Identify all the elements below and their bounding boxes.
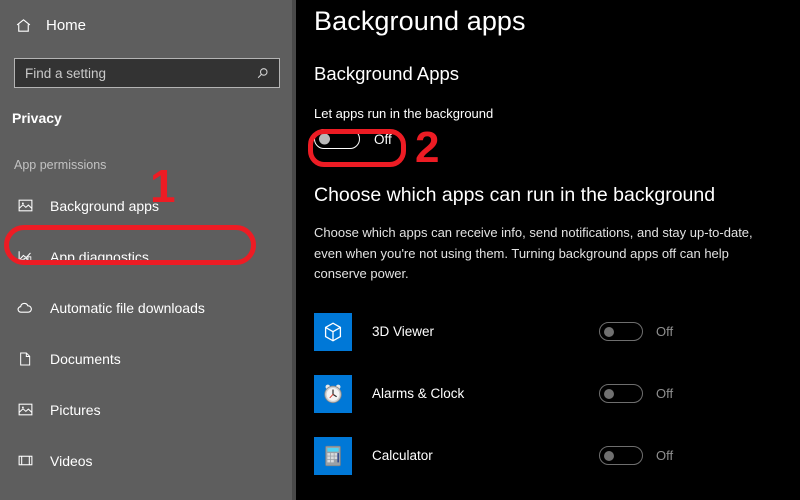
sidebar-item-label: App diagnostics (50, 248, 149, 265)
cloud-icon (16, 299, 34, 317)
page-title: Background apps (314, 6, 526, 36)
sidebar-item-label: Background apps (50, 197, 159, 214)
sidebar-item-label: Pictures (50, 401, 101, 418)
app-name: Calculator (372, 448, 433, 464)
app-name: Alarms & Clock (372, 386, 465, 402)
sidebar-item-automatic-file-downloads[interactable]: Automatic file downloads (0, 282, 296, 333)
cube-icon (314, 312, 352, 351)
list-item[interactable]: 3D Viewer Off (314, 301, 800, 363)
app-toggle-state: Off (656, 448, 674, 464)
sidebar-item-documents[interactable]: Documents (0, 333, 296, 384)
master-toggle-row: Off (314, 129, 800, 149)
category-title: Privacy (12, 110, 62, 126)
settings-window: Home Privacy App permissions (0, 0, 800, 500)
list-item[interactable]: Calculator Off (314, 425, 800, 487)
app-toggle-group: Off (599, 384, 690, 404)
master-toggle-label: Let apps run in the background (314, 106, 494, 121)
toggle-knob (604, 450, 614, 461)
app-name: 3D Viewer (372, 324, 435, 340)
film-icon (16, 452, 34, 470)
toggle-knob (604, 326, 614, 337)
alarm-clock-icon (314, 374, 352, 413)
section-subtitle: Background Apps (314, 63, 460, 84)
app-toggle-switch[interactable] (599, 446, 643, 466)
sidebar-item-label: Automatic file downloads (50, 299, 205, 316)
search-box[interactable] (14, 58, 280, 88)
document-icon (16, 350, 34, 368)
search-icon[interactable] (253, 64, 271, 82)
master-toggle-state: Off (374, 131, 392, 147)
main-panel: Background apps Background Apps Let apps… (296, 0, 800, 500)
picture-icon (16, 197, 34, 215)
sidebar: Home Privacy App permissions (0, 0, 296, 500)
list-item[interactable]: Alarms & Clock Off (314, 363, 800, 425)
home-label: Home (46, 16, 87, 34)
section-label-app-permissions: App permissions (14, 158, 107, 172)
app-toggle-switch[interactable] (599, 384, 643, 404)
sidebar-item-background-apps[interactable]: Background apps (0, 180, 296, 231)
master-toggle-switch[interactable] (314, 129, 360, 149)
picture-icon (16, 401, 34, 419)
choose-apps-description: Choose which apps can receive info, send… (314, 225, 753, 282)
toggle-knob (604, 388, 614, 399)
sidebar-item-videos[interactable]: Videos (0, 435, 296, 486)
app-list: 3D Viewer Off Alarms & Clock Off Calcula… (314, 301, 800, 487)
app-toggle-group: Off (599, 322, 690, 342)
sidebar-item-label: Documents (50, 350, 121, 367)
app-toggle-switch[interactable] (599, 322, 643, 342)
sidebar-item-home[interactable]: Home (0, 8, 296, 42)
home-icon (14, 16, 32, 34)
sidebar-item-label: Videos (50, 452, 93, 469)
sidebar-item-pictures[interactable]: Pictures (0, 384, 296, 435)
sidebar-item-app-diagnostics[interactable]: App diagnostics (0, 231, 296, 282)
search-input[interactable] (25, 65, 253, 81)
app-toggle-state: Off (656, 324, 674, 340)
choose-apps-heading: Choose which apps can run in the backgro… (314, 184, 716, 206)
app-toggle-state: Off (656, 386, 674, 402)
chart-icon (16, 248, 34, 266)
toggle-knob (319, 133, 330, 145)
calculator-icon (314, 436, 352, 475)
sidebar-nav-list: Background apps App diagnostics Automati… (0, 180, 296, 486)
app-toggle-group: Off (599, 446, 690, 466)
